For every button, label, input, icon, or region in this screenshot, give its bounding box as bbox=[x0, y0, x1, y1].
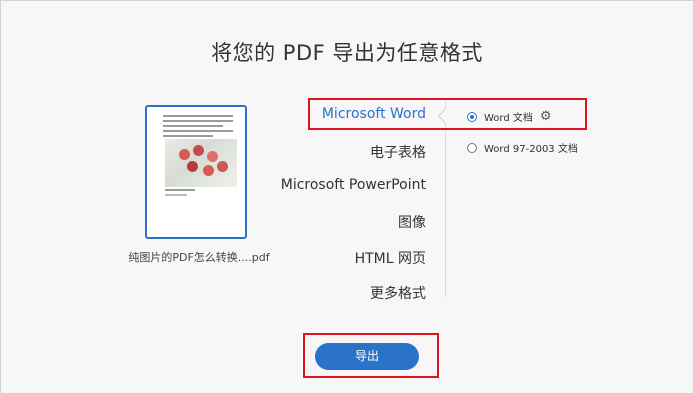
highlight-box-format bbox=[308, 98, 587, 130]
thumbnail-photo bbox=[165, 139, 237, 187]
thumbnail-caption-line bbox=[165, 189, 195, 191]
pdf-thumbnail[interactable] bbox=[145, 105, 247, 239]
option-label: Word 97-2003 文档 bbox=[484, 144, 578, 155]
format-more-formats[interactable]: 更多格式 bbox=[370, 283, 426, 303]
export-panel: 将您的 PDF 导出为任意格式 纯图片的PDF怎么转换....pdf Micro… bbox=[0, 0, 694, 394]
thumbnail-text-lines bbox=[163, 115, 233, 140]
format-spreadsheet[interactable]: 电子表格 bbox=[370, 142, 426, 162]
radio-unselected-icon[interactable] bbox=[467, 142, 477, 153]
thumbnail-caption-line bbox=[165, 194, 187, 196]
export-button[interactable]: 导出 bbox=[315, 343, 419, 370]
page-title: 将您的 PDF 导出为任意格式 bbox=[211, 41, 483, 65]
format-html-webpage[interactable]: HTML 网页 bbox=[355, 248, 426, 268]
file-name: 纯图片的PDF怎么转换....pdf bbox=[128, 251, 270, 264]
list-divider bbox=[445, 101, 446, 297]
format-microsoft-powerpoint[interactable]: Microsoft PowerPoint bbox=[281, 177, 426, 193]
option-word-97-2003[interactable]: Word 97-2003 文档 bbox=[467, 140, 578, 155]
format-image[interactable]: 图像 bbox=[398, 212, 426, 232]
